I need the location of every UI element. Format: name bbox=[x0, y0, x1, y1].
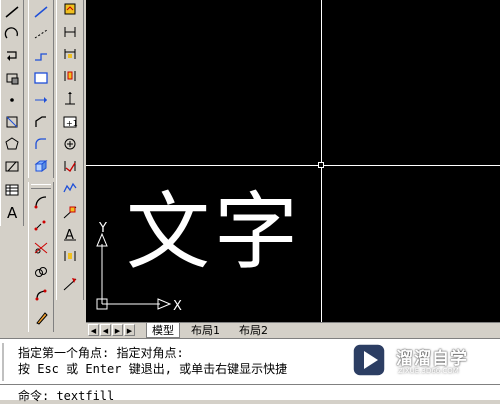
drawing-area[interactable]: 文字 Y X bbox=[86, 0, 500, 322]
crosshair-horizontal bbox=[86, 165, 500, 166]
first-tab-button[interactable]: ◀ bbox=[88, 324, 99, 336]
3d-box-icon[interactable] bbox=[31, 156, 51, 176]
ucs-y-label: Y bbox=[98, 222, 107, 236]
point-icon[interactable] bbox=[2, 90, 22, 110]
modify2-toolbar bbox=[28, 182, 54, 332]
command-window-grip[interactable] bbox=[2, 343, 14, 381]
tab-model[interactable]: 模型 bbox=[146, 323, 180, 338]
next-tab-button[interactable]: ▶ bbox=[112, 324, 123, 336]
last-tab-button[interactable]: ▶ bbox=[124, 324, 135, 336]
construction-line-icon[interactable] bbox=[31, 2, 51, 22]
copy-icon[interactable] bbox=[31, 262, 51, 282]
dimension-toolbar: +1 A bbox=[56, 0, 84, 300]
scale-icon[interactable] bbox=[31, 238, 51, 258]
move-icon[interactable] bbox=[31, 90, 51, 110]
dim-datum-icon[interactable]: +1 bbox=[60, 112, 80, 132]
crosshair-pickbox bbox=[318, 162, 324, 168]
spline-icon[interactable] bbox=[31, 46, 51, 66]
text-icon[interactable]: A bbox=[2, 202, 22, 222]
ucs-icon: Y X bbox=[96, 222, 182, 312]
region-icon[interactable] bbox=[2, 68, 22, 88]
stretch-icon[interactable] bbox=[31, 216, 51, 236]
dim-ordinate-icon[interactable] bbox=[60, 88, 80, 108]
arc-icon[interactable] bbox=[2, 24, 22, 44]
rectangle-icon[interactable] bbox=[2, 112, 22, 132]
svg-text:A: A bbox=[7, 204, 18, 220]
table-icon[interactable] bbox=[2, 180, 22, 200]
dim-continue-icon[interactable] bbox=[60, 44, 80, 64]
dim-linear-icon[interactable] bbox=[60, 0, 80, 20]
redo-icon[interactable] bbox=[2, 46, 22, 66]
prev-tab-button[interactable]: ◀ bbox=[100, 324, 111, 336]
command-history-line1: 指定第一个角点: 指定对角点: bbox=[18, 346, 184, 360]
modify-toolbar bbox=[28, 0, 54, 178]
watermark-name: 溜溜自学 bbox=[396, 349, 468, 369]
draw-toolbar: A bbox=[0, 0, 24, 226]
dim-horizontal-icon[interactable] bbox=[60, 22, 80, 42]
command-history-line2: 按 Esc 或 Enter 键退出, 或单击右键显示快捷 bbox=[18, 362, 288, 376]
mirror-icon[interactable] bbox=[31, 284, 51, 304]
ucs-x-label: X bbox=[173, 299, 182, 312]
dim-leader-icon[interactable] bbox=[60, 202, 80, 222]
watermark-url: ZIXUE.3D66.COM bbox=[398, 367, 459, 375]
polyline-edit-icon[interactable] bbox=[31, 112, 51, 132]
svg-text:+1: +1 bbox=[66, 119, 78, 128]
paint-icon[interactable] bbox=[31, 308, 51, 328]
edit-curve-icon[interactable] bbox=[31, 192, 51, 212]
command-separator bbox=[0, 384, 500, 385]
layout-tabs-bar: ◀ ◀ ▶ ▶ 模型 布局1 布局2 bbox=[86, 322, 500, 338]
toolbar-grip[interactable] bbox=[31, 184, 51, 189]
dim-arc-icon[interactable] bbox=[60, 178, 80, 198]
watermark-logo-icon bbox=[352, 343, 386, 377]
crosshair-vertical bbox=[321, 0, 322, 322]
rectangle-icon[interactable] bbox=[31, 68, 51, 88]
dim-center-icon[interactable] bbox=[60, 134, 80, 154]
polyline-icon[interactable] bbox=[31, 24, 51, 44]
command-input[interactable]: 命令: textfill bbox=[18, 387, 114, 404]
polygon-icon[interactable] bbox=[2, 134, 22, 154]
fillet-icon[interactable] bbox=[31, 134, 51, 154]
hatch-icon[interactable] bbox=[2, 156, 22, 176]
dim-baseline-icon[interactable] bbox=[60, 66, 80, 86]
dim-angle-icon[interactable] bbox=[60, 156, 80, 176]
dim-update-icon[interactable] bbox=[60, 274, 80, 294]
dim-tolerance-icon[interactable] bbox=[60, 246, 80, 266]
dim-text-icon[interactable]: A bbox=[60, 224, 80, 244]
tab-layout2[interactable]: 布局2 bbox=[234, 323, 273, 338]
tab-layout1[interactable]: 布局1 bbox=[186, 323, 225, 338]
line-icon[interactable] bbox=[2, 2, 22, 22]
